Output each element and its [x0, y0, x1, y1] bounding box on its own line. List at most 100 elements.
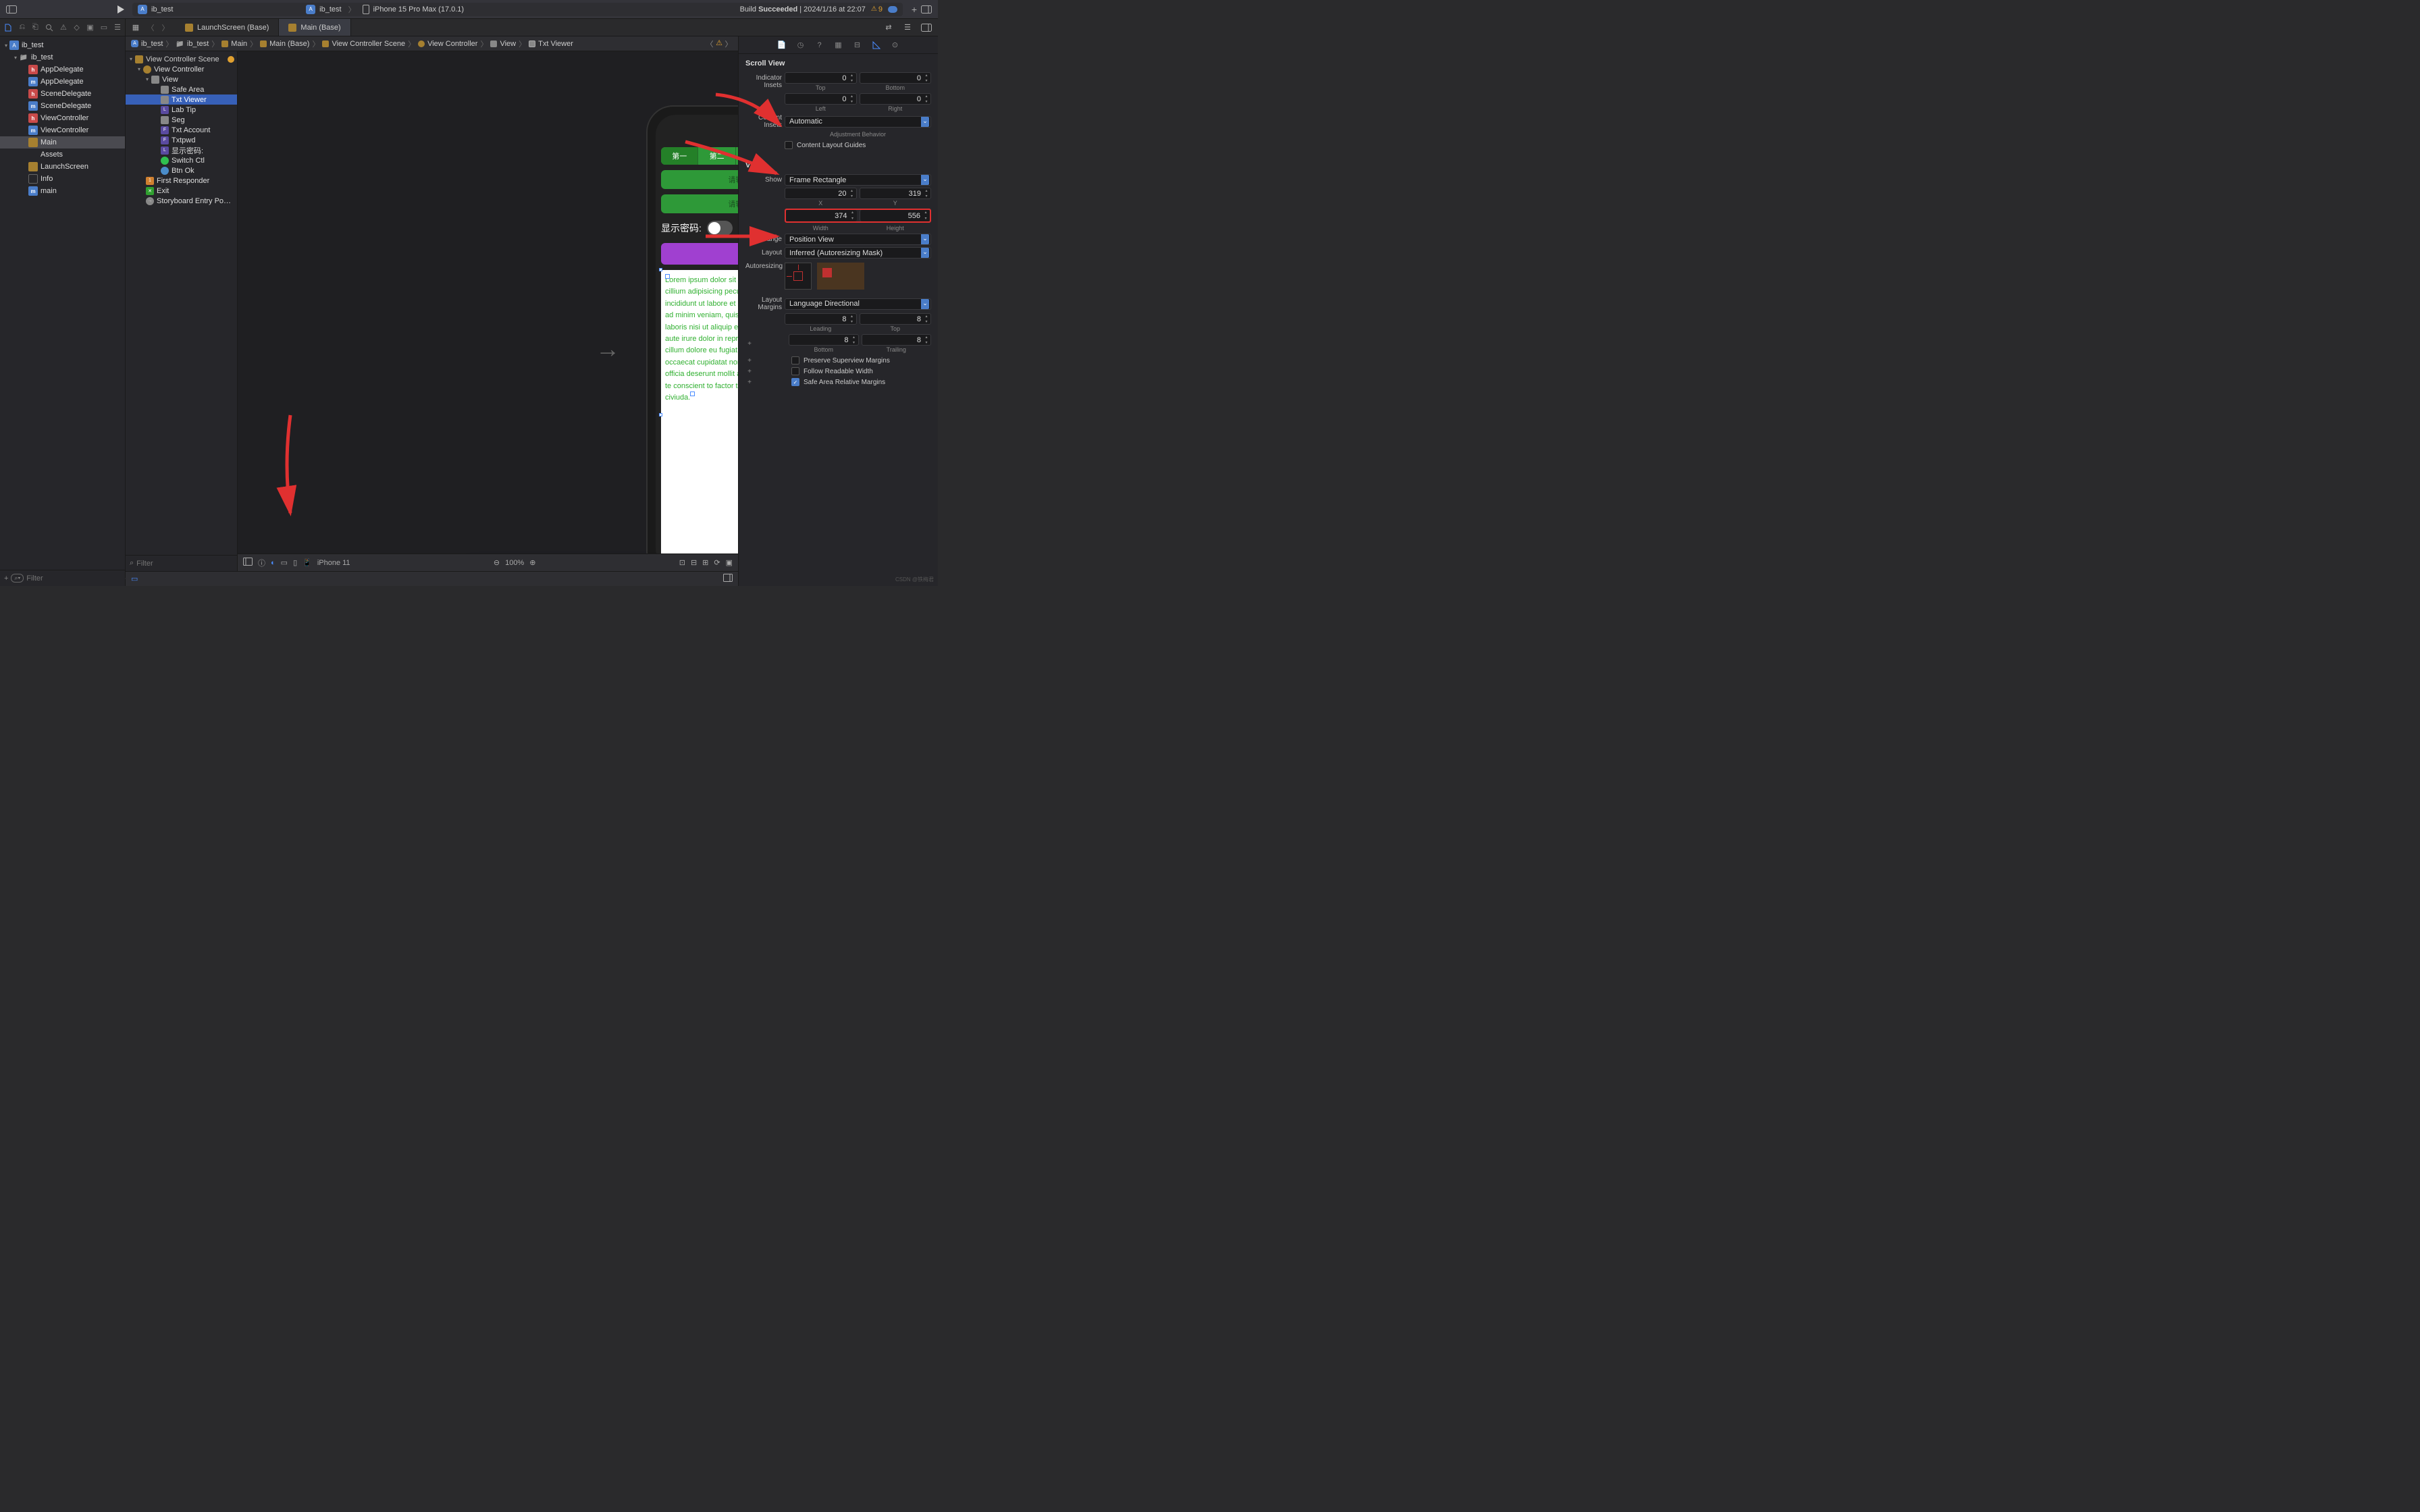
show-select[interactable]: Frame Rectangle: [785, 174, 931, 186]
outline-item[interactable]: FTxtpwd: [126, 135, 237, 145]
orientation-icon[interactable]: ▯: [293, 558, 297, 567]
tree-group[interactable]: ▾ib_test: [0, 51, 125, 63]
find-icon[interactable]: [45, 23, 53, 32]
add-icon[interactable]: +: [4, 574, 8, 583]
jump-bar[interactable]: Aib_test〉 ib_test〉 Main〉 Main (Base)〉 Vi…: [126, 36, 738, 51]
zoom-level[interactable]: 100%: [505, 559, 524, 567]
outline-item[interactable]: Seg: [126, 115, 237, 125]
outline-item[interactable]: FTxt Account: [126, 125, 237, 135]
ok-button[interactable]: 按钮: [661, 243, 738, 265]
connections-inspector-icon[interactable]: ⊙: [890, 40, 901, 51]
embed-icon[interactable]: ▣: [726, 558, 733, 567]
selection-handle[interactable]: [659, 413, 662, 416]
layout-margins-select[interactable]: Language Directional: [785, 298, 931, 310]
add-override-icon[interactable]: +: [745, 367, 754, 375]
y-input[interactable]: 319▴▾: [860, 188, 932, 199]
outline-filter-input[interactable]: [136, 560, 233, 568]
x-input[interactable]: 20▴▾: [785, 188, 857, 199]
forward-button[interactable]: 〉: [159, 22, 172, 34]
orientation-icon[interactable]: ▭: [281, 558, 288, 567]
inset-bottom-input[interactable]: 0▴▾: [860, 72, 932, 84]
tree-item[interactable]: hSceneDelegate: [0, 88, 125, 100]
outline-item[interactable]: Btn Ok: [126, 165, 237, 176]
outline-entry[interactable]: →Storyboard Entry Po…: [126, 196, 237, 206]
interface-builder-canvas[interactable]: → 第一 第二 第三 第四 第五 请输入您的账号 请输入您: [238, 51, 738, 571]
outline-view[interactable]: ▾View: [126, 74, 237, 84]
outline-item[interactable]: Safe Area: [126, 84, 237, 94]
arrange-select[interactable]: Position View: [785, 234, 931, 245]
toggle-inspector-icon[interactable]: [920, 22, 932, 34]
content-layout-guides-checkbox[interactable]: [785, 141, 793, 149]
tree-item[interactable]: mAppDelegate: [0, 76, 125, 88]
breakpoint-icon[interactable]: ▭: [101, 23, 107, 32]
filter-icon[interactable]: ⌕▾: [11, 574, 24, 583]
password-switch[interactable]: [707, 221, 733, 236]
outline-toggle-icon[interactable]: [243, 558, 253, 568]
test-icon[interactable]: ◇: [74, 23, 80, 32]
pin-icon[interactable]: ⊞: [702, 558, 708, 567]
inset-top-input[interactable]: 0▴▾: [785, 72, 857, 84]
source-control-icon[interactable]: ⎌: [19, 23, 25, 32]
sync-icon[interactable]: ⇄: [883, 22, 895, 34]
toggle-navigator-icon[interactable]: [5, 3, 18, 16]
tree-project-root[interactable]: ▾Aib_test: [0, 39, 125, 51]
autoresizing-control[interactable]: [785, 263, 812, 290]
run-button[interactable]: [115, 3, 127, 16]
debug-icon[interactable]: ▣: [86, 23, 93, 32]
device-icon[interactable]: 📱: [302, 558, 312, 567]
library-button[interactable]: [920, 3, 932, 16]
tree-item[interactable]: mViewController: [0, 124, 125, 136]
seg-item-1[interactable]: 第一: [661, 147, 698, 165]
file-inspector-icon[interactable]: 📄: [777, 40, 787, 51]
width-input[interactable]: 374▴▾: [786, 210, 857, 221]
warning-icon[interactable]: ⚠: [715, 38, 723, 49]
text-viewer[interactable]: Lorem ipsum dolor sit er elit lamet, con…: [661, 270, 738, 560]
tab-main[interactable]: Main (Base): [279, 19, 350, 36]
filter-input[interactable]: [26, 574, 122, 583]
height-input[interactable]: 556▴▾: [860, 210, 930, 221]
related-items-icon[interactable]: ▦: [130, 22, 142, 34]
prev-issue-icon[interactable]: 〈: [706, 38, 714, 49]
tree-item[interactable]: hViewController: [0, 112, 125, 124]
tree-item[interactable]: LaunchScreen: [0, 161, 125, 173]
doc-icon[interactable]: ⓘ: [258, 558, 265, 568]
tree-item[interactable]: hAppDelegate: [0, 63, 125, 76]
canvas-device-label[interactable]: iPhone 11: [317, 559, 350, 567]
account-field[interactable]: 请输入您的账号: [661, 170, 738, 189]
password-field[interactable]: 请输入您的密码: [661, 194, 738, 213]
adjust-editor-icon[interactable]: ☰: [901, 22, 914, 34]
seg-item-3[interactable]: 第三: [736, 147, 738, 165]
outline-item[interactable]: Switch Ctl: [126, 155, 237, 165]
content-insets-select[interactable]: Automatic: [785, 116, 931, 128]
tree-item[interactable]: Info: [0, 173, 125, 185]
tree-item[interactable]: mSceneDelegate: [0, 100, 125, 112]
bookmark-icon[interactable]: ⎗: [32, 23, 38, 32]
inset-right-input[interactable]: 0▴▾: [860, 93, 932, 105]
tree-item[interactable]: Assets: [0, 148, 125, 161]
readable-width-checkbox[interactable]: [791, 367, 799, 375]
add-editor-button[interactable]: +: [908, 3, 920, 16]
outline-first-responder[interactable]: 1First Responder: [126, 176, 237, 186]
margin-top-input[interactable]: 8▴▾: [860, 313, 932, 325]
project-navigator-icon[interactable]: [4, 23, 12, 32]
add-override-icon[interactable]: +: [745, 378, 754, 386]
margin-trailing-input[interactable]: 8▴▾: [862, 334, 932, 346]
resolve-icon[interactable]: ⟳: [714, 558, 720, 567]
constraints-icon[interactable]: ⊡: [679, 558, 685, 567]
zoom-out-icon[interactable]: ⊖: [494, 558, 500, 567]
margin-bottom-input[interactable]: 8▴▾: [789, 334, 859, 346]
warning-badge[interactable]: ⚠9: [871, 5, 883, 14]
segmented-control[interactable]: 第一 第二 第三 第四 第五: [661, 147, 738, 165]
size-inspector-icon[interactable]: [871, 40, 882, 51]
outline-vc[interactable]: ▾View Controller: [126, 64, 237, 74]
layout-select[interactable]: Inferred (Autoresizing Mask): [785, 247, 931, 259]
outline-item[interactable]: Txt Viewer: [126, 94, 237, 105]
tab-launchscreen[interactable]: LaunchScreen (Base): [176, 19, 279, 36]
appearance-icon[interactable]: ◐: [271, 559, 275, 567]
add-override-icon[interactable]: +: [745, 340, 754, 348]
tree-item[interactable]: mmain: [0, 185, 125, 197]
outline-exit[interactable]: ✕Exit: [126, 186, 237, 196]
back-button[interactable]: 〈: [144, 22, 157, 34]
margin-leading-input[interactable]: 8▴▾: [785, 313, 857, 325]
filter-icon[interactable]: ⌕: [130, 559, 134, 568]
